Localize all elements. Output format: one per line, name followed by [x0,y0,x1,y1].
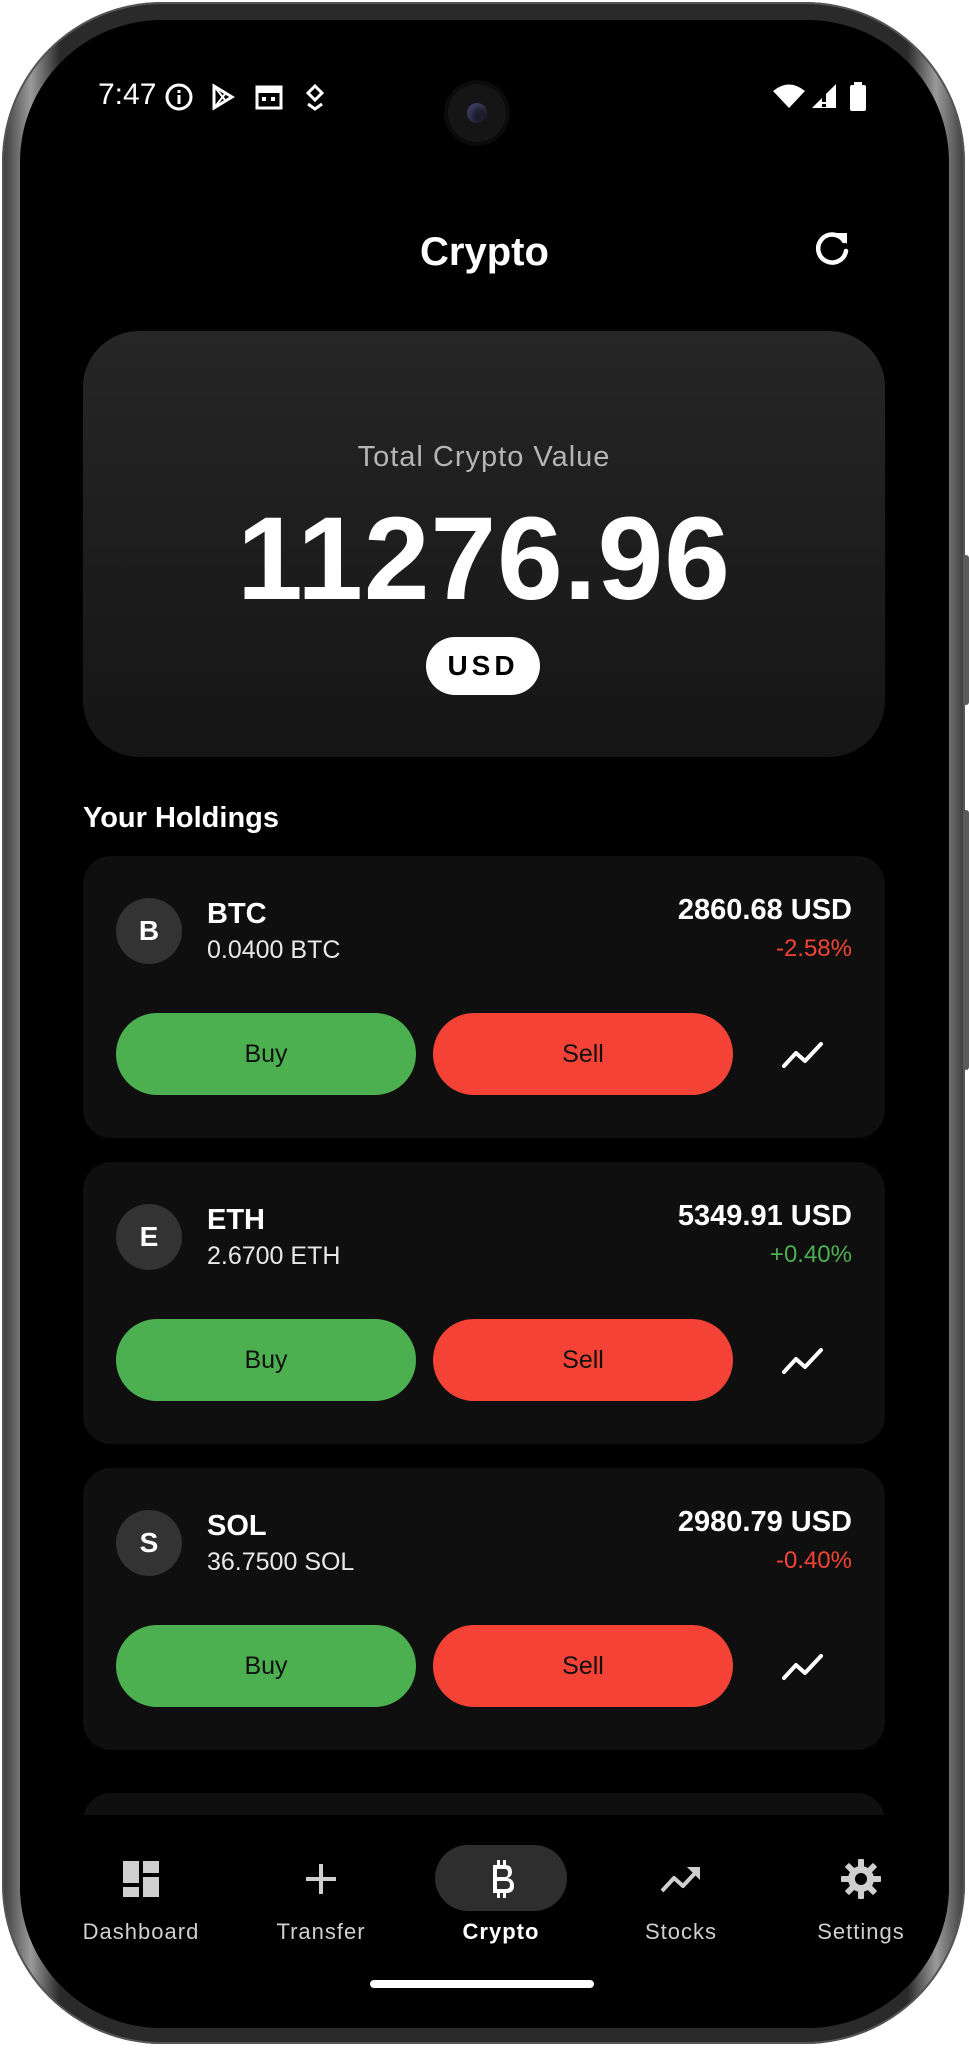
total-value-card: Total Crypto Value 11276.96 USD [83,331,885,757]
sell-button[interactable]: Sell [433,1625,733,1707]
nav-item-transfer[interactable]: Transfer [231,1815,411,1944]
sell-button[interactable]: Sell [433,1013,733,1095]
volume-button [963,555,969,705]
coin-avatar: B [116,898,182,964]
bottom-nav: Dashboard Transfer Crypto Stocks Setting… [20,1815,949,2028]
signal-icon [812,84,836,108]
nav-label: Transfer [276,1919,366,1944]
coin-symbol: ETH [207,1204,265,1236]
nav-item-stocks[interactable]: Stocks [591,1815,771,1944]
coin-change: -2.58% [775,935,852,962]
nav-label: Dashboard [82,1919,200,1944]
wifi-icon [773,84,805,108]
total-value-label: Total Crypto Value [357,441,611,473]
coin-quantity: 0.0400 BTC [207,936,341,964]
nav-label: Crypto [462,1919,540,1944]
coin-value: 2980.79 USD [677,1506,852,1538]
nav-item-crypto[interactable]: Crypto [411,1815,591,1944]
nav-label: Settings [817,1919,905,1944]
front-camera [448,84,506,142]
coin-quantity: 2.6700 ETH [207,1242,341,1270]
coin-symbol: BTC [207,898,267,930]
trending-up-icon [660,1867,700,1893]
chart-trend-icon[interactable] [781,1648,825,1684]
buy-button[interactable]: Buy [116,1013,416,1095]
chart-trend-icon[interactable] [781,1342,825,1378]
location-icon [305,83,325,111]
gear-icon [841,1859,881,1899]
buy-button[interactable]: Buy [116,1625,416,1707]
nav-item-settings[interactable]: Settings [771,1815,949,1944]
coin-quantity: 36.7500 SOL [207,1548,355,1576]
coin-symbol: SOL [207,1510,267,1542]
buy-button[interactable]: Buy [116,1319,416,1401]
sell-button[interactable]: Sell [433,1319,733,1401]
refresh-icon[interactable] [810,227,854,271]
holdings-heading: Your Holdings [83,802,280,834]
coin-avatar: E [116,1204,182,1270]
chart-trend-icon[interactable] [781,1036,825,1072]
coin-value: 5349.91 USD [677,1200,852,1232]
power-button [963,810,969,1070]
total-value-amount: 11276.96 [237,493,731,625]
coin-change: +0.40% [769,1241,852,1268]
status-bar: 7:47 [20,20,949,170]
coin-value: 2860.68 USD [677,894,852,926]
coin-change: -0.40% [775,1547,852,1574]
dashboard-icon [123,1861,159,1897]
bitcoin-icon [493,1860,514,1898]
calendar-icon [255,85,283,110]
plus-icon [306,1864,336,1894]
nav-item-dashboard[interactable]: Dashboard [51,1815,231,1944]
holding-card-eth: E ETH 2.6700 ETH 5349.91 USD +0.40% Buy … [83,1162,885,1444]
nav-label: Stocks [644,1919,718,1944]
home-indicator[interactable] [370,1980,594,1988]
battery-icon [850,82,866,111]
holding-card-sol: S SOL 36.7500 SOL 2980.79 USD -0.40% Buy… [83,1468,885,1750]
app-screen: 7:47 Crypto Total Crypto Value 11276.96 … [20,20,949,2028]
coin-avatar: S [116,1510,182,1576]
holding-card-btc: B BTC 0.0400 BTC 2860.68 USD -2.58% Buy … [83,856,885,1138]
currency-badge[interactable]: USD [426,637,540,695]
info-icon [165,83,193,111]
play-store-icon [212,83,235,111]
status-time: 7:47 [98,78,157,111]
